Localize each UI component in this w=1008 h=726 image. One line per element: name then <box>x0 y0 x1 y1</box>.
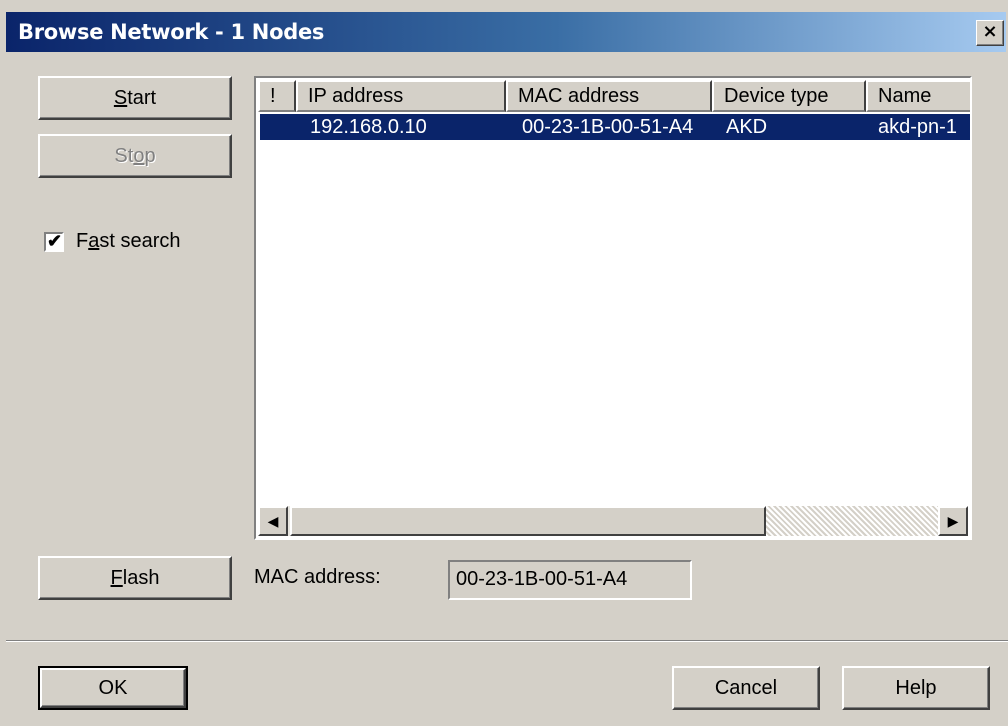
list-header: ! IP address MAC address Device type Nam… <box>258 80 970 112</box>
column-mac-address[interactable]: MAC address <box>506 80 712 112</box>
cell-name: akd-pn-1 <box>878 116 957 138</box>
flash-label-rest: lash <box>122 566 160 589</box>
scroll-left-icon[interactable]: ◀ <box>258 506 288 536</box>
start-accel: S <box>113 86 128 109</box>
mac-address-label: MAC address: <box>254 566 381 588</box>
fast-search-label: Fast search <box>76 230 181 253</box>
table-row[interactable]: 192.168.0.10 00-23-1B-00-51-A4 AKD akd-p… <box>260 114 970 140</box>
cell-ip-address: 192.168.0.10 <box>310 116 427 138</box>
column-device-type[interactable]: Device type <box>712 80 866 112</box>
fast-search-accel: a <box>88 230 100 252</box>
nodes-list[interactable]: ! IP address MAC address Device type Nam… <box>254 76 972 540</box>
column-name[interactable]: Name <box>866 80 970 112</box>
stop-button[interactable]: St o p <box>38 134 232 178</box>
scroll-thumb[interactable] <box>290 506 766 536</box>
divider <box>6 640 1008 642</box>
horizontal-scrollbar[interactable]: ◀ ▶ <box>258 506 968 536</box>
fast-search-label-rest: st search <box>99 230 181 252</box>
checkmark-icon: ✔ <box>47 230 63 251</box>
stop-accel-pre: St <box>114 144 134 167</box>
flash-button[interactable]: Flash <box>38 556 232 600</box>
fast-search-checkbox[interactable]: ✔ <box>44 230 64 252</box>
mac-address-field: 00-23-1B-00-51-A4 <box>448 560 692 600</box>
title-bar[interactable]: Browse Network - 1 Nodes × <box>6 12 1006 52</box>
fast-search-label-pre: F <box>76 230 89 252</box>
flash-accel: F <box>110 566 123 589</box>
cell-mac-address: 00-23-1B-00-51-A4 <box>522 116 694 138</box>
start-button[interactable]: Start <box>38 76 232 120</box>
cell-flag <box>260 114 296 140</box>
window-title: Browse Network - 1 Nodes <box>18 20 325 44</box>
scroll-right-icon[interactable]: ▶ <box>938 506 968 536</box>
start-label-rest: tart <box>127 86 157 109</box>
close-icon[interactable]: × <box>976 20 1004 46</box>
cell-device-type: AKD <box>726 116 768 138</box>
fast-search-option[interactable]: ✔ Fast search <box>44 230 181 253</box>
help-button[interactable]: Help <box>842 666 990 710</box>
browse-network-dialog: Browse Network - 1 Nodes × Start St o p ✔ … <box>0 0 1008 726</box>
stop-accel: o <box>133 144 145 167</box>
stop-label-rest: p <box>144 144 156 167</box>
column-flag[interactable]: ! <box>258 80 296 112</box>
ok-button[interactable]: OK <box>38 666 188 710</box>
scroll-track[interactable] <box>766 506 938 536</box>
column-ip-address[interactable]: IP address <box>296 80 506 112</box>
cancel-button[interactable]: Cancel <box>672 666 820 710</box>
